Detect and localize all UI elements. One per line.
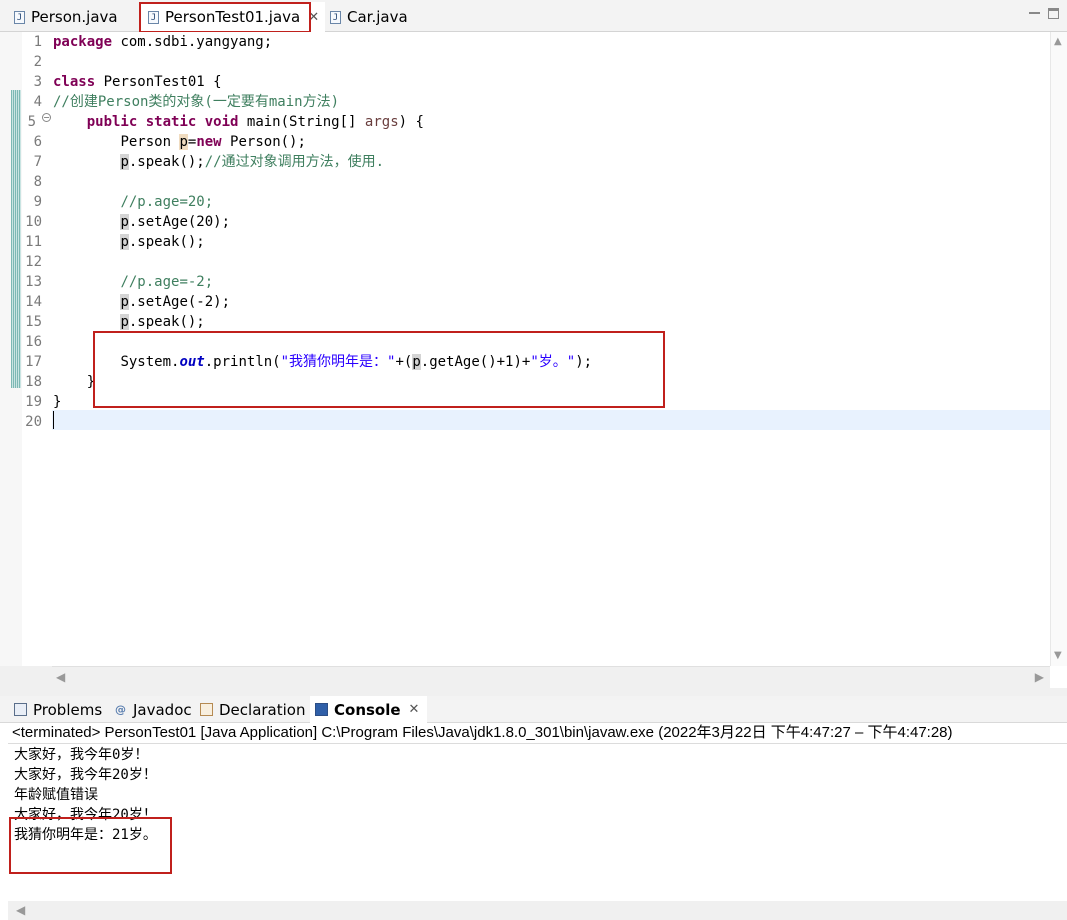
maximize-icon[interactable] bbox=[1048, 8, 1059, 19]
scrollbar-corner bbox=[0, 666, 52, 688]
view-tab-bar: Problems @ Javadoc Declaration Console ✕ bbox=[0, 696, 1067, 723]
line-number: 2 bbox=[33, 54, 42, 70]
line-number-ruler: 1 2 3 4 5 6 7 8 9 10 11 12 13 14 15 16 1… bbox=[22, 32, 50, 666]
java-file-icon: J bbox=[330, 10, 341, 24]
scroll-left-icon[interactable]: ◀ bbox=[56, 670, 65, 684]
javadoc-icon: @ bbox=[115, 703, 126, 716]
code-line-4: //创建Person类的对象(一定要有main方法) bbox=[53, 94, 340, 110]
code-line-9: //p.age=20; bbox=[120, 194, 214, 210]
code-line-13: //p.age=-2; bbox=[120, 274, 214, 290]
console-horizontal-scrollbar[interactable]: ◀ bbox=[8, 901, 1067, 920]
line-number: 14 bbox=[25, 294, 42, 310]
line-number: 17 bbox=[25, 354, 42, 370]
code-line-10: p.setAge(20); bbox=[120, 214, 231, 230]
code-line-1: package com.sdbi.yangyang; bbox=[53, 34, 273, 50]
tab-javadoc[interactable]: @ Javadoc bbox=[114, 696, 192, 723]
minimize-icon[interactable] bbox=[1029, 12, 1040, 23]
line-number: 4 bbox=[33, 94, 42, 110]
line-number: 19 bbox=[25, 394, 42, 410]
code-line-14: p.setAge(-2); bbox=[120, 294, 231, 310]
console-view[interactable]: <terminated> PersonTest01 [Java Applicat… bbox=[0, 723, 1067, 920]
line-number: 20 bbox=[25, 414, 42, 430]
tab-label: Console bbox=[334, 700, 401, 719]
code-line-7: p.speak();//通过对象调用方法，使用. bbox=[120, 154, 385, 170]
tab-console[interactable]: Console ✕ bbox=[310, 696, 428, 723]
editor-vertical-scrollbar[interactable]: ▲ ▼ bbox=[1050, 32, 1067, 666]
declaration-icon bbox=[200, 703, 213, 716]
tab-label: Person.java bbox=[31, 8, 118, 26]
editor-tab-bar: J Person.java J PersonTest01.java ✕ J Ca… bbox=[0, 0, 1067, 32]
text-caret bbox=[53, 411, 54, 429]
code-line-3: class PersonTest01 { bbox=[53, 74, 222, 90]
close-icon[interactable]: ✕ bbox=[308, 10, 319, 25]
console-output-line: 年龄赋值错误 bbox=[14, 787, 98, 803]
line-number: 1 bbox=[33, 34, 42, 50]
scroll-up-icon[interactable]: ▲ bbox=[1054, 36, 1062, 47]
console-output-line: 大家好，我今年20岁！ bbox=[14, 807, 157, 823]
close-icon[interactable]: ✕ bbox=[409, 702, 420, 717]
problems-icon bbox=[14, 703, 27, 716]
tab-label: Declaration bbox=[219, 700, 306, 719]
tab-label: Problems bbox=[33, 700, 103, 719]
console-icon bbox=[315, 703, 328, 716]
code-text-area[interactable]: package com.sdbi.yangyang; class PersonT… bbox=[52, 32, 1050, 666]
tab-person-java[interactable]: J Person.java bbox=[14, 3, 118, 31]
tab-declaration[interactable]: Declaration bbox=[200, 696, 305, 723]
java-file-icon: J bbox=[148, 10, 159, 24]
tab-label: Car.java bbox=[347, 8, 408, 26]
code-line-6: Person p=new Person(); bbox=[120, 134, 306, 150]
tab-problems[interactable]: Problems bbox=[14, 696, 102, 723]
code-line-15: p.speak(); bbox=[120, 314, 205, 330]
console-divider bbox=[8, 743, 1067, 744]
scroll-down-icon[interactable]: ▼ bbox=[1054, 650, 1062, 661]
line-number: 11 bbox=[25, 234, 42, 250]
console-output-line: 大家好，我今年20岁！ bbox=[14, 767, 157, 783]
scroll-right-icon[interactable]: ▶ bbox=[1035, 670, 1044, 684]
code-line-17: System.out.println("我猜你明年是："+(p.getAge()… bbox=[120, 354, 593, 370]
java-file-icon: J bbox=[14, 10, 25, 24]
line-number: 16 bbox=[25, 334, 42, 350]
scroll-left-icon[interactable]: ◀ bbox=[16, 903, 25, 917]
code-line-18: } bbox=[86, 374, 96, 390]
line-number: 10 bbox=[25, 214, 42, 230]
line-number: 8 bbox=[33, 174, 42, 190]
current-line-highlight bbox=[52, 410, 1050, 430]
line-number: 3 bbox=[33, 74, 42, 90]
tab-persontest01-java[interactable]: J PersonTest01.java ✕ bbox=[140, 2, 326, 32]
fold-toggle-icon[interactable]: − bbox=[42, 113, 51, 122]
panel-separator[interactable] bbox=[0, 688, 1067, 696]
line-number: 15 bbox=[25, 314, 42, 330]
code-editor[interactable]: 1 2 3 4 5 6 7 8 9 10 11 12 13 14 15 16 1… bbox=[0, 32, 1067, 689]
editor-horizontal-scrollbar[interactable]: ◀ ▶ bbox=[52, 666, 1050, 689]
console-output-line: 我猜你明年是：21岁。 bbox=[14, 827, 157, 843]
tab-car-java[interactable]: J Car.java bbox=[330, 3, 408, 31]
code-line-19: } bbox=[53, 394, 62, 410]
tab-label: Javadoc bbox=[133, 700, 192, 719]
line-number: 9 bbox=[33, 194, 42, 210]
line-number: 7 bbox=[33, 154, 42, 170]
console-output-line: 大家好，我今年0岁！ bbox=[14, 747, 149, 763]
code-line-5: public static void main(String[] args) { bbox=[86, 114, 424, 130]
line-number: 12 bbox=[25, 254, 42, 270]
line-number: 13 bbox=[25, 274, 42, 290]
line-number: 6 bbox=[33, 134, 42, 150]
code-line-11: p.speak(); bbox=[120, 234, 205, 250]
line-number: 5 bbox=[27, 114, 36, 130]
change-marker-strip bbox=[11, 90, 21, 388]
tab-label: PersonTest01.java bbox=[165, 8, 301, 26]
console-status: <terminated> PersonTest01 [Java Applicat… bbox=[12, 724, 953, 741]
line-number: 18 bbox=[25, 374, 42, 390]
window-controls bbox=[1029, 8, 1059, 23]
